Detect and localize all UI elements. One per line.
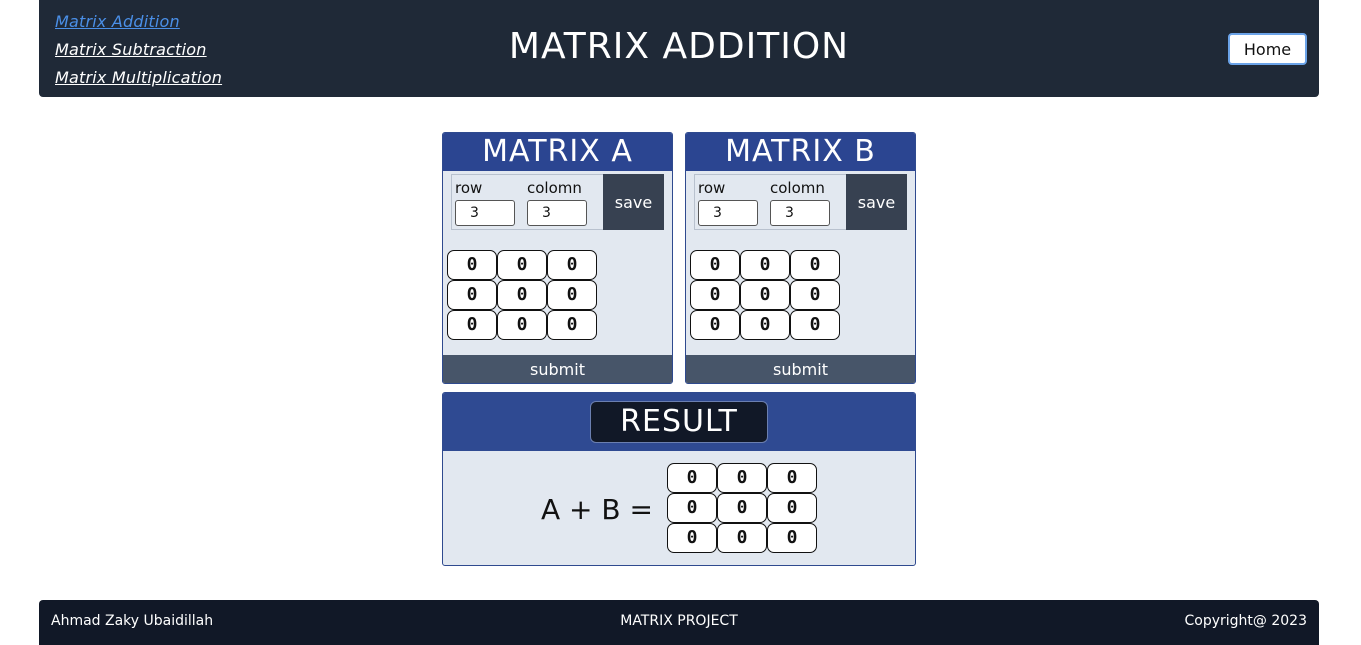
result-cell: 0 [717,523,767,553]
result-cell: 0 [767,523,817,553]
matrix-a-row-label: row [455,179,483,197]
matrix-b-save-button[interactable]: save [846,174,907,230]
matrix-a-row-input[interactable] [455,200,515,226]
matrix-b-panel: MATRIX B row colomn save 0 0 0 0 0 0 0 0… [685,132,916,384]
matrix-a-cell[interactable]: 0 [447,310,497,340]
footer-copyright: Copyright@ 2023 [1184,613,1308,629]
matrix-b-cell[interactable]: 0 [690,250,740,280]
matrix-b-col-group: colomn [770,179,830,226]
matrix-b-cell[interactable]: 0 [790,280,840,310]
result-cell: 0 [667,493,717,523]
result-cell: 0 [717,493,767,523]
result-panel: RESULT A + B = 0 0 0 0 0 0 0 0 0 [442,392,916,566]
matrix-a-col-input[interactable] [527,200,587,226]
matrix-b-cell[interactable]: 0 [690,310,740,340]
matrix-b-cell[interactable]: 0 [790,310,840,340]
matrix-a-cell[interactable]: 0 [447,250,497,280]
result-cell: 0 [717,463,767,493]
matrix-b-submit-button[interactable]: submit [686,355,915,383]
matrix-a-panel: MATRIX A row colomn save 0 0 0 0 0 0 0 0… [442,132,673,384]
matrix-b-cell[interactable]: 0 [790,250,840,280]
matrix-a-row-group: row [455,179,515,226]
matrix-b-cell[interactable]: 0 [740,310,790,340]
result-grid: 0 0 0 0 0 0 0 0 0 [667,463,817,553]
matrix-b-row-label: row [698,179,726,197]
matrix-b-cell[interactable]: 0 [740,280,790,310]
result-header: RESULT [443,393,915,451]
matrix-a-cell[interactable]: 0 [447,280,497,310]
result-cell: 0 [767,463,817,493]
home-button[interactable]: Home [1228,33,1307,65]
result-cell: 0 [667,463,717,493]
matrix-a-save-button[interactable]: save [603,174,664,230]
matrix-b-col-label: colomn [770,179,825,197]
result-equation: A + B = [541,493,653,526]
matrix-b-cell[interactable]: 0 [740,250,790,280]
matrix-a-cell[interactable]: 0 [547,310,597,340]
matrix-a-col-group: colomn [527,179,587,226]
matrix-a-submit-button[interactable]: submit [443,355,672,383]
matrix-a-dimensions: row colomn save [451,174,664,230]
footer-project: MATRIX PROJECT [620,613,738,629]
matrix-nav: Matrix Addition Matrix Subtraction Matri… [55,8,222,92]
matrix-a-col-label: colomn [527,179,582,197]
footer: Ahmad Zaky Ubaidillah MATRIX PROJECT Cop… [39,600,1319,645]
matrix-a-cell[interactable]: 0 [497,280,547,310]
matrix-a-cell[interactable]: 0 [497,310,547,340]
matrix-a-title: MATRIX A [443,133,672,171]
matrix-a-cell[interactable]: 0 [497,250,547,280]
matrix-b-row-input[interactable] [698,200,758,226]
matrix-b-dimensions: row colomn save [694,174,907,230]
matrix-b-title: MATRIX B [686,133,915,171]
matrix-a-cell[interactable]: 0 [547,250,597,280]
result-cell: 0 [767,493,817,523]
matrix-b-row-group: row [698,179,758,226]
matrix-b-grid: 0 0 0 0 0 0 0 0 0 [690,250,840,340]
matrix-a-grid: 0 0 0 0 0 0 0 0 0 [447,250,597,340]
matrix-b-cell[interactable]: 0 [690,280,740,310]
page-title: MATRIX ADDITION [508,26,850,67]
nav-link-matrix-multiplication[interactable]: Matrix Multiplication [55,64,222,92]
result-title: RESULT [590,401,768,443]
matrix-a-cell[interactable]: 0 [547,280,597,310]
matrix-b-col-input[interactable] [770,200,830,226]
result-cell: 0 [667,523,717,553]
top-navbar: Matrix Addition Matrix Subtraction Matri… [39,0,1319,97]
nav-link-matrix-addition[interactable]: Matrix Addition [55,8,222,36]
nav-link-matrix-subtraction[interactable]: Matrix Subtraction [55,36,222,64]
